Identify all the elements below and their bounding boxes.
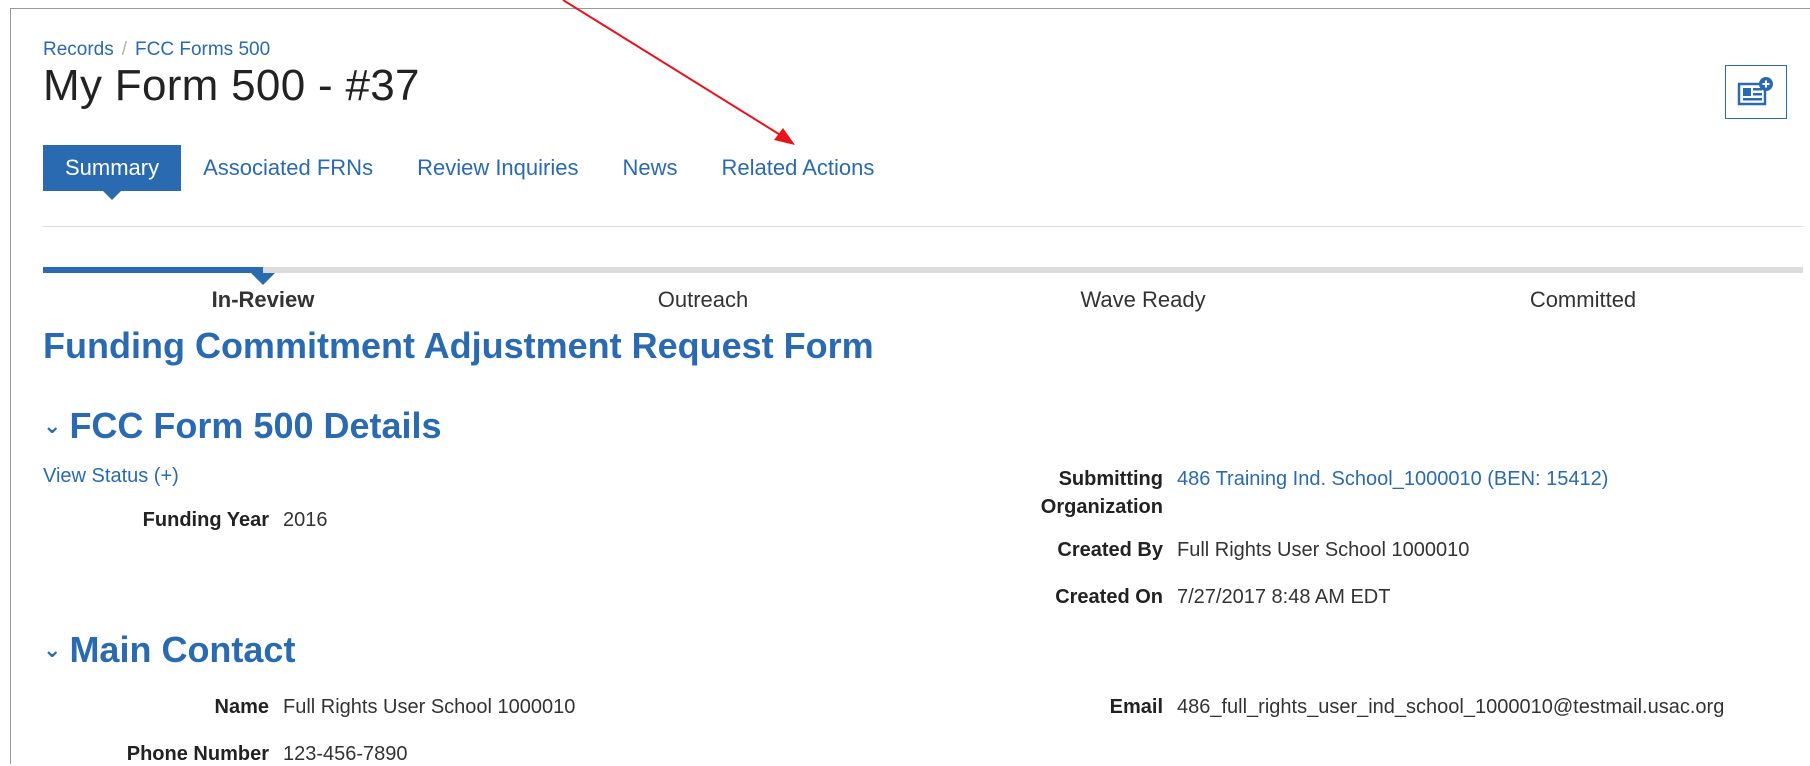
submitting-org-label-line1: Submitting [1058,468,1163,490]
newspaper-add-icon [1737,77,1773,106]
tab-related-actions[interactable]: Related Actions [700,145,897,191]
tab-review-inquiries[interactable]: Review Inquiries [395,145,600,191]
breadcrumb-forms-link[interactable]: FCC Forms 500 [135,39,270,60]
view-status-link[interactable]: View Status (+) [43,465,179,488]
details-heading: FCC Form 500 Details [69,405,442,446]
tab-bar: Summary Associated FRNs Review Inquiries… [43,145,897,200]
created-by-label: Created By [1057,539,1163,561]
submitting-org-label: Submitting Organization [943,465,1163,521]
created-on-label: Created On [1055,586,1163,608]
breadcrumb-records-link[interactable]: Records [43,39,114,60]
funding-year-value: 2016 [283,509,328,531]
created-on-field: Created On 7/27/2017 8:48 AM EDT [943,586,1390,609]
contact-phone-value: 123-456-7890 [283,743,408,765]
breadcrumb: Records / FCC Forms 500 [43,39,270,61]
page-title: My Form 500 - #37 [43,61,420,110]
breadcrumb-separator: / [121,39,128,60]
add-news-widget-button[interactable] [1725,65,1787,119]
contact-phone-field: Phone Number 123-456-7890 [43,743,408,766]
page-frame: Records / FCC Forms 500 My Form 500 - #37 … [10,8,1810,766]
step-committed: Committed [1529,287,1637,312]
step-in-review: In-Review [211,287,315,312]
created-on-value: 7/27/2017 8:48 AM EDT [1177,586,1391,608]
main-contact-heading: Main Contact [69,629,296,670]
status-progress-pointer [251,273,275,285]
tab-summary[interactable]: Summary [43,145,182,200]
contact-name-label: Name [214,696,269,718]
created-by-field: Created By Full Rights User School 10000… [943,539,1469,562]
chevron-down-icon: ⌄ [43,413,62,438]
submitting-org-label-line2: Organization [1040,496,1163,518]
main-content: Records / FCC Forms 500 My Form 500 - #37 … [43,9,1803,766]
chevron-down-icon: ⌄ [43,637,62,662]
tab-news[interactable]: News [600,145,699,191]
details-section-toggle[interactable]: ⌄ FCC Form 500 Details [43,405,442,447]
contact-name-value: Full Rights User School 1000010 [283,696,576,718]
contact-email-value: 486_full_rights_user_ind_school_1000010@… [1177,696,1725,718]
status-steps: In-Review Outreach Wave Ready Committed [43,287,1803,313]
tab-associated-frns[interactable]: Associated FRNs [181,145,395,191]
main-contact-section-toggle[interactable]: ⌄ Main Contact [43,629,295,671]
tabs-divider [43,226,1803,227]
contact-email-field: Email 486_full_rights_user_ind_school_10… [943,696,1725,719]
contact-phone-label: Phone Number [126,743,269,765]
step-outreach: Outreach [657,287,749,312]
funding-year-label: Funding Year [142,509,269,531]
submitting-org-link[interactable]: 486 Training Ind. School_1000010 (BEN: 1… [1177,465,1608,521]
created-by-value: Full Rights User School 1000010 [1177,539,1470,561]
status-progress-track [43,267,1803,285]
status-progress-fill [43,267,263,273]
funding-year-field: Funding Year 2016 [43,509,328,532]
contact-email-label: Email [1109,696,1163,718]
form-heading: Funding Commitment Adjustment Request Fo… [43,325,874,366]
contact-name-field: Name Full Rights User School 1000010 [43,696,576,719]
step-wave-ready: Wave Ready [1080,287,1206,312]
submitting-org-field: Submitting Organization 486 Training Ind… [943,465,1609,521]
